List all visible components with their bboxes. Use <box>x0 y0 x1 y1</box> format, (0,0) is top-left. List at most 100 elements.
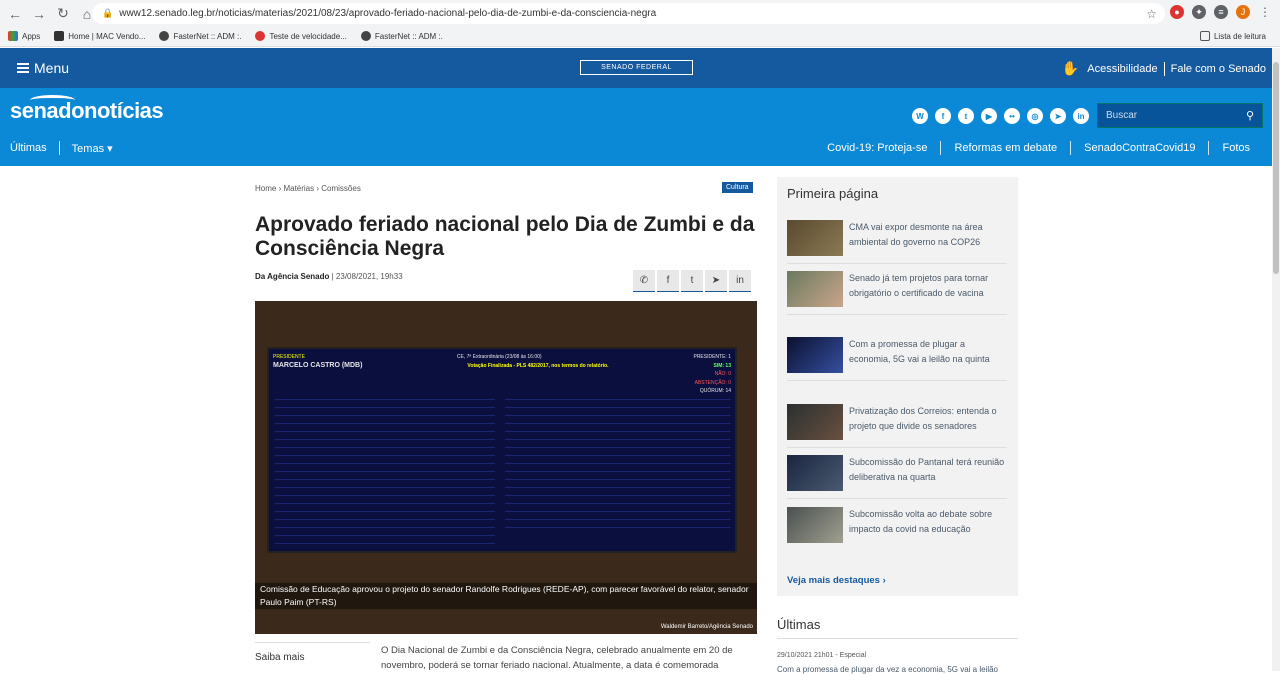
bookmarks-bar: Apps Home | MAC Vendo... FasterNet :: AD… <box>8 28 1272 44</box>
sidebar-item[interactable]: Senado já tem projetos para tornar obrig… <box>787 271 1007 315</box>
breadcrumb-materias[interactable]: Matérias <box>283 184 314 193</box>
house-icon <box>54 31 65 41</box>
telegram-icon[interactable]: ➤ <box>1050 108 1066 124</box>
instagram-icon[interactable]: ◎ <box>1027 108 1043 124</box>
facebook-icon[interactable]: f <box>935 108 951 124</box>
nav-covid[interactable]: Covid-19: Proteja-se <box>827 142 927 154</box>
session-title: CE, 7ª Extraordinária (23/08 às 16:00) <box>456 354 542 360</box>
menu-button[interactable]: Menu <box>17 60 69 76</box>
logo-arc <box>30 95 75 105</box>
thumbnail <box>787 220 843 256</box>
senado-federal-link[interactable]: SENADO FEDERAL <box>580 60 693 75</box>
byline: Da Agência Senado | 23/08/2021, 19h33 <box>255 272 403 281</box>
divider <box>777 638 1018 639</box>
reading-list-icon[interactable]: ≡ <box>1214 5 1228 19</box>
scrollbar[interactable] <box>1272 48 1280 671</box>
nav-fotos[interactable]: Fotos <box>1222 142 1250 154</box>
share-facebook-icon[interactable]: f <box>657 270 679 292</box>
sidebar-title: Primeira página <box>787 186 879 201</box>
top-bar: Menu SENADO FEDERAL ✋ Acessibilidade Fal… <box>0 48 1272 88</box>
hamburger-icon <box>17 63 29 73</box>
count-abstencao: ABSTENÇÃO: 0 <box>694 379 731 386</box>
count-quorum: QUÓRUM: 14 <box>699 388 731 394</box>
bookmark-item[interactable]: Teste de velocidade... <box>255 31 347 41</box>
flickr-icon[interactable]: •• <box>1004 108 1020 124</box>
bookmark-apps[interactable]: Apps <box>8 31 40 41</box>
share-telegram-icon[interactable]: ➤ <box>705 270 727 292</box>
sidebar-item[interactable]: Privatização dos Correios: entenda o pro… <box>787 404 1007 448</box>
kebab-menu-icon[interactable]: ⋮ <box>1258 5 1272 19</box>
bookmark-item[interactable]: FasterNet :: ADM :. <box>159 31 241 41</box>
share-whatsapp-icon[interactable]: ✆ <box>633 270 655 292</box>
photo-caption: Comissão de Educação aprovou o projeto d… <box>255 583 757 609</box>
thumbnail <box>787 337 843 373</box>
article-title: Aprovado feriado nacional pelo Dia de Zu… <box>255 213 755 260</box>
more-highlights-link[interactable]: Veja mais destaques › <box>787 575 886 586</box>
vote-list-right <box>505 399 731 529</box>
apps-icon <box>8 31 18 41</box>
search-icon[interactable]: ⚲ <box>1246 109 1254 122</box>
divider <box>1208 141 1210 155</box>
avatar[interactable]: J <box>1236 5 1250 19</box>
sidebar-item[interactable]: CMA vai expor desmonte na área ambiental… <box>787 220 1007 264</box>
nav-senadocontracovid[interactable]: SenadoContraCovid19 <box>1084 142 1195 154</box>
nav-reformas[interactable]: Reformas em debate <box>954 142 1057 154</box>
publish-date: | 23/08/2021, 19h33 <box>331 272 403 281</box>
ultimas-first-item[interactable]: Com a promessa de plugar da vez a econom… <box>777 665 998 674</box>
ultimas-title: Últimas <box>777 617 821 632</box>
count-nao: NÃO: 0 <box>714 371 731 377</box>
forward-icon[interactable]: → <box>30 5 48 23</box>
primeira-pagina-sidebar: Primeira página CMA vai expor desmonte n… <box>777 177 1018 596</box>
back-icon[interactable]: ← <box>6 5 24 23</box>
extension-icon[interactable]: ● <box>1170 5 1184 19</box>
article-body: O Dia Nacional de Zumbi e da Consciência… <box>381 645 733 671</box>
share-twitter-icon[interactable]: t <box>681 270 703 292</box>
thumbnail <box>787 507 843 543</box>
puzzle-icon[interactable]: ✦ <box>1192 5 1206 19</box>
photo-credit: Waldemir Barreto/Agência Senado <box>660 624 753 630</box>
twitter-icon[interactable]: t <box>958 108 974 124</box>
thumbnail <box>787 455 843 491</box>
reload-icon[interactable]: ↻ <box>54 5 72 23</box>
speedometer-icon <box>255 31 266 41</box>
scrollbar-thumb[interactable] <box>1273 62 1279 274</box>
share-linkedin-icon[interactable]: in <box>729 270 751 292</box>
site-header: senadonotícias Últimas Temas ▾ W f t ▶ •… <box>0 88 1272 166</box>
sidebar-item[interactable]: Subcomissão volta ao debate sobre impact… <box>787 507 1007 550</box>
search-input[interactable]: Buscar ⚲ <box>1097 103 1263 128</box>
bookmark-star-icon[interactable]: ☆ <box>1146 7 1157 21</box>
social-links: W f t ▶ •• ◎ ➤ in <box>912 108 1089 124</box>
sidebar-item[interactable]: Subcomissão do Pantanal terá reunião del… <box>787 455 1007 499</box>
youtube-icon[interactable]: ▶ <box>981 108 997 124</box>
source[interactable]: Da Agência Senado <box>255 272 329 281</box>
accessibility-link[interactable]: Acessibilidade <box>1087 63 1157 75</box>
divider <box>940 141 942 155</box>
address-bar[interactable]: 🔒 www12.senado.leg.br/noticias/materias/… <box>92 3 1165 24</box>
linkedin-icon[interactable]: in <box>1073 108 1089 124</box>
reading-list[interactable]: Lista de leitura <box>1199 31 1266 41</box>
sign-language-icon[interactable]: ✋ <box>1062 60 1079 77</box>
breadcrumb-home[interactable]: Home <box>255 184 276 193</box>
whatsapp-icon[interactable]: W <box>912 108 928 124</box>
bookmark-item[interactable]: FasterNet :: ADM :. <box>360 31 443 41</box>
contact-link[interactable]: Fale com o Senado <box>1171 63 1266 75</box>
list-icon <box>1199 31 1210 41</box>
nav-ultimas[interactable]: Últimas <box>10 142 47 154</box>
count-presidente: PRESIDENTE: 1 <box>693 354 731 360</box>
bookmark-item[interactable]: Home | MAC Vendo... <box>54 31 145 41</box>
president-label: PRESIDENTE <box>273 354 305 360</box>
breadcrumb-comissoes[interactable]: Comissões <box>321 184 361 193</box>
article-photo[interactable]: PRESIDENTE CE, 7ª Extraordinária (23/08 à… <box>255 301 757 634</box>
divider <box>1070 141 1072 155</box>
vote-result: Votação Finalizada - PLS 482/2017, nos t… <box>467 362 609 369</box>
lock-icon: 🔒 <box>102 8 114 18</box>
sidebar-item[interactable]: Com a promessa de plugar a economia, 5G … <box>787 337 1007 381</box>
ultimas-date: 29/10/2021 21h01 - Especial <box>777 652 867 659</box>
president-name: MARCELO CASTRO (MDB) <box>273 361 363 369</box>
globe-icon <box>159 31 170 41</box>
voting-panel: PRESIDENTE CE, 7ª Extraordinária (23/08 à… <box>267 347 737 553</box>
count-sim: SIM: 13 <box>713 362 731 369</box>
category-badge[interactable]: Cultura <box>722 182 753 193</box>
nav-temas[interactable]: Temas ▾ <box>72 142 113 155</box>
site-logo[interactable]: senadonotícias <box>10 95 164 124</box>
